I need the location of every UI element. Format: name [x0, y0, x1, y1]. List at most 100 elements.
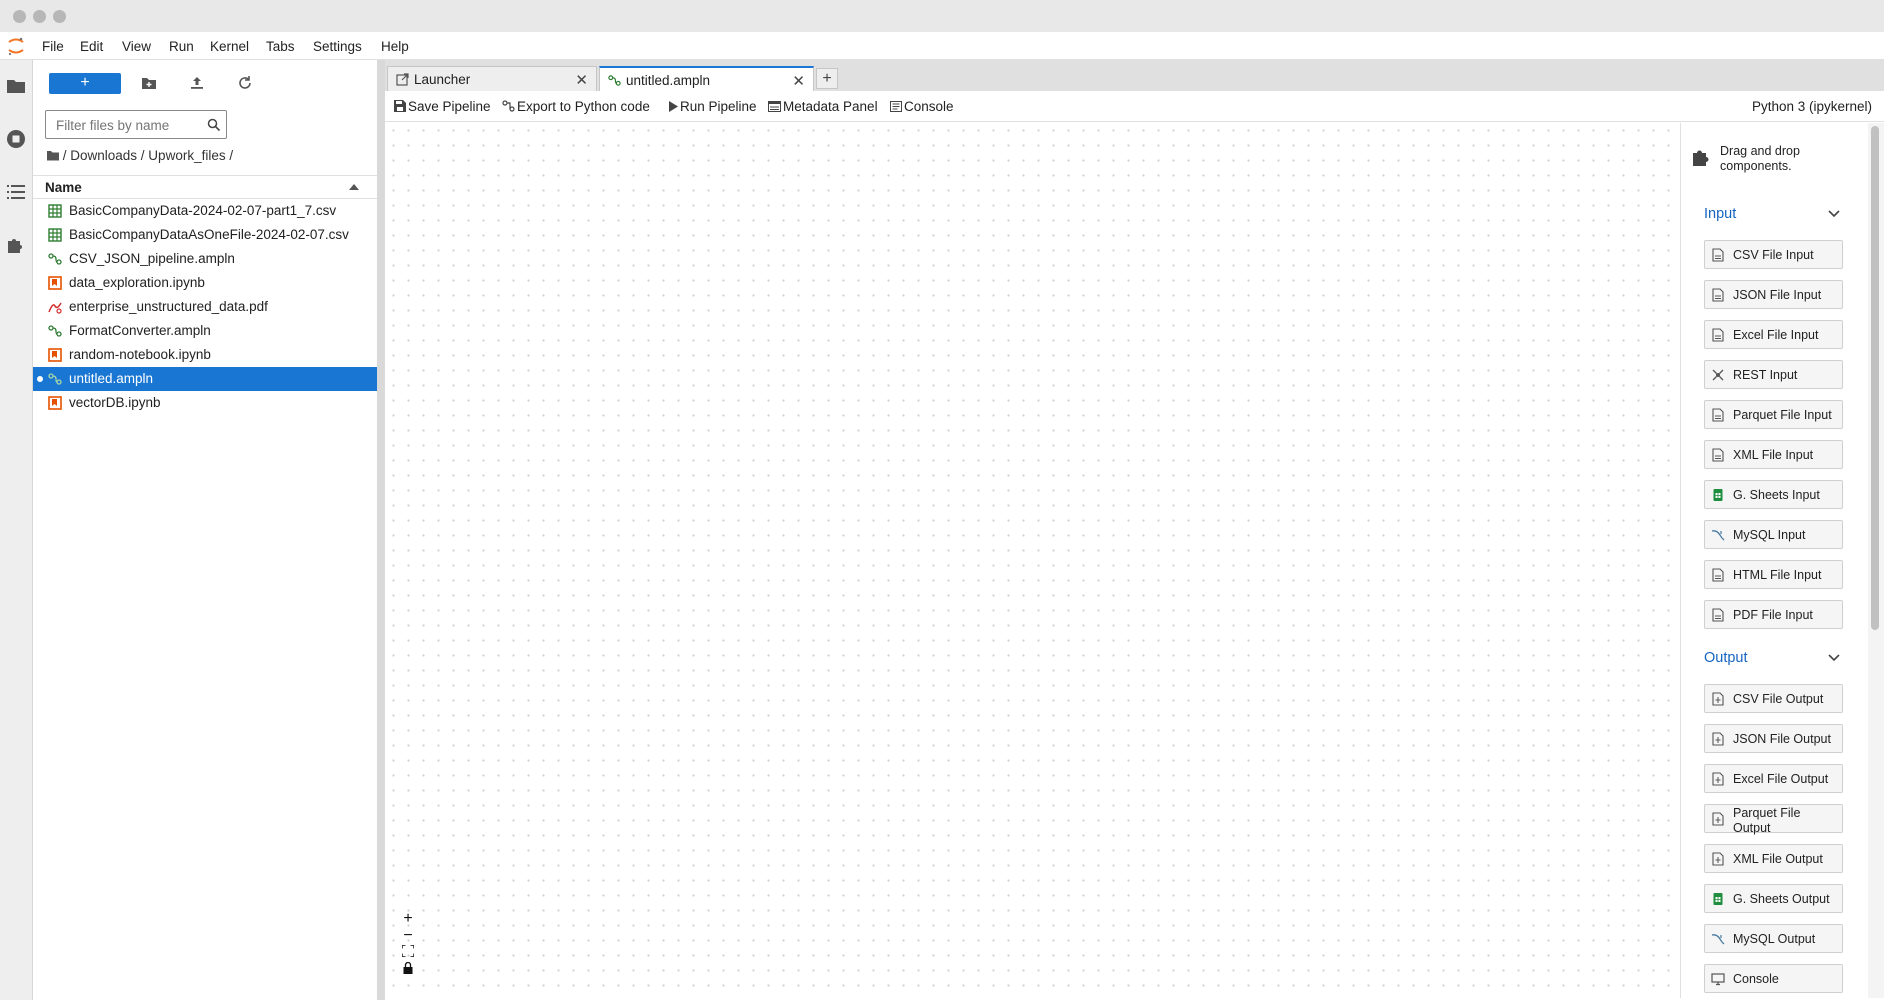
- component-json-file-output[interactable]: JSON File Output: [1704, 724, 1843, 753]
- file-list-header[interactable]: Name: [33, 175, 377, 199]
- file-row[interactable]: vectorDB.ipynb: [33, 391, 377, 415]
- component-xml-file-input[interactable]: XML File Input: [1704, 440, 1843, 469]
- menu-settings[interactable]: Settings: [313, 39, 362, 54]
- menu-edit[interactable]: Edit: [80, 39, 103, 54]
- component-parquet-file-input[interactable]: Parquet File Input: [1704, 400, 1843, 429]
- kernel-status[interactable]: Python 3 (ipykernel): [1752, 99, 1872, 114]
- pipeline-icon: [48, 325, 62, 337]
- file-export-icon: [1712, 812, 1724, 826]
- component-label: HTML File Input: [1733, 568, 1822, 582]
- panel-splitter[interactable]: [377, 60, 385, 1000]
- zoom-out-button[interactable]: −: [398, 927, 418, 944]
- file-icon: [1712, 568, 1724, 582]
- palette-scrollbar-thumb[interactable]: [1871, 126, 1879, 630]
- pipeline-canvas[interactable]: [386, 123, 1681, 998]
- file-row[interactable]: BasicCompanyData-2024-02-07-part1_7.csv: [33, 199, 377, 223]
- component-excel-file-output[interactable]: Excel File Output: [1704, 764, 1843, 793]
- tab-launcher[interactable]: Launcher ✕: [387, 66, 597, 91]
- component-gsheets-output[interactable]: G. Sheets Output: [1704, 884, 1843, 913]
- component-parquet-file-output[interactable]: Parquet File Output: [1704, 804, 1843, 835]
- table-of-contents-icon[interactable]: [5, 181, 27, 203]
- play-icon: [669, 101, 678, 112]
- filter-files-field[interactable]: [45, 110, 227, 139]
- save-icon: [394, 100, 406, 112]
- notebook-icon: [48, 276, 62, 290]
- component-label: CSV File Input: [1733, 248, 1814, 262]
- close-tab-icon[interactable]: ✕: [792, 72, 805, 90]
- zoom-in-button[interactable]: +: [398, 910, 418, 927]
- component-label: JSON File Output: [1733, 732, 1831, 746]
- component-console-output[interactable]: Console: [1704, 964, 1843, 993]
- file-row[interactable]: data_exploration.ipynb: [33, 271, 377, 295]
- chevron-down-icon[interactable]: [1828, 210, 1840, 218]
- output-section-title[interactable]: Output: [1704, 650, 1748, 666]
- zoom-controls: + −: [398, 910, 418, 978]
- run-pipeline-label: Run Pipeline: [680, 99, 757, 114]
- breadcrumb-path[interactable]: / Downloads / Upwork_files /: [63, 148, 233, 163]
- component-html-file-input[interactable]: HTML File Input: [1704, 560, 1843, 589]
- running-sessions-icon[interactable]: [5, 128, 27, 150]
- file-row[interactable]: FormatConverter.ampln: [33, 319, 377, 343]
- home-folder-icon[interactable]: [47, 150, 59, 161]
- tab-label: untitled.ampln: [626, 73, 711, 88]
- pipeline-icon: [48, 373, 62, 385]
- file-row-selected[interactable]: untitled.ampln: [33, 367, 377, 391]
- menu-file[interactable]: File: [42, 39, 64, 54]
- component-excel-file-input[interactable]: Excel File Input: [1704, 320, 1843, 349]
- file-row[interactable]: enterprise_unstructured_data.pdf: [33, 295, 377, 319]
- input-section-title[interactable]: Input: [1704, 206, 1736, 222]
- menu-run[interactable]: Run: [169, 39, 194, 54]
- component-csv-file-output[interactable]: CSV File Output: [1704, 684, 1843, 713]
- file-name: enterprise_unstructured_data.pdf: [69, 299, 268, 314]
- lock-button[interactable]: [398, 961, 418, 978]
- metadata-panel-button[interactable]: Metadata Panel: [768, 99, 878, 114]
- component-label: REST Input: [1733, 368, 1798, 382]
- run-pipeline-button[interactable]: Run Pipeline: [669, 99, 757, 114]
- lock-icon: [403, 961, 413, 974]
- new-launcher-button[interactable]: +: [49, 73, 121, 94]
- refresh-icon[interactable]: [236, 74, 254, 92]
- console-icon: [890, 101, 902, 112]
- menu-help[interactable]: Help: [381, 39, 409, 54]
- close-tab-icon[interactable]: ✕: [575, 71, 588, 89]
- extensions-puzzle-icon[interactable]: [5, 234, 27, 256]
- sort-ascending-icon[interactable]: [349, 183, 359, 190]
- file-row[interactable]: CSV_JSON_pipeline.ampln: [33, 247, 377, 271]
- component-pdf-file-input[interactable]: PDF File Input: [1704, 600, 1843, 629]
- tab-untitled-ampln[interactable]: untitled.ampln ✕: [599, 66, 814, 91]
- file-name: FormatConverter.ampln: [69, 323, 211, 338]
- close-window-button[interactable]: [13, 10, 26, 23]
- menu-kernel[interactable]: Kernel: [210, 39, 249, 54]
- file-export-icon: [1712, 732, 1724, 746]
- minimize-window-button[interactable]: [33, 10, 46, 23]
- export-python-button[interactable]: Export to Python code: [502, 99, 650, 114]
- name-column-header[interactable]: Name: [45, 180, 82, 195]
- save-pipeline-button[interactable]: Save Pipeline: [394, 99, 491, 114]
- menu-view[interactable]: View: [122, 39, 151, 54]
- filter-files-input[interactable]: [54, 116, 202, 134]
- fit-view-icon: [401, 944, 415, 958]
- component-json-file-input[interactable]: JSON File Input: [1704, 280, 1843, 309]
- monitor-icon: [1711, 973, 1725, 986]
- component-label: Parquet File Output: [1733, 806, 1801, 835]
- fit-view-button[interactable]: [398, 944, 418, 961]
- menu-tabs[interactable]: Tabs: [266, 39, 295, 54]
- add-tab-button[interactable]: +: [816, 68, 838, 89]
- component-rest-input[interactable]: REST Input: [1704, 360, 1843, 389]
- file-row[interactable]: random-notebook.ipynb: [33, 343, 377, 367]
- file-name: BasicCompanyDataAsOneFile-2024-02-07.csv: [69, 227, 349, 242]
- component-mysql-input[interactable]: MySQL Input: [1704, 520, 1843, 549]
- component-gsheets-input[interactable]: G. Sheets Input: [1704, 480, 1843, 509]
- component-csv-file-input[interactable]: CSV File Input: [1704, 240, 1843, 269]
- component-mysql-output[interactable]: MySQL Output: [1704, 924, 1843, 953]
- chevron-down-icon[interactable]: [1828, 654, 1840, 662]
- folder-icon[interactable]: [5, 75, 27, 97]
- new-folder-icon[interactable]: [140, 74, 158, 92]
- console-button[interactable]: Console: [890, 99, 954, 114]
- file-row[interactable]: BasicCompanyDataAsOneFile-2024-02-07.csv: [33, 223, 377, 247]
- component-label: PDF File Input: [1733, 608, 1813, 622]
- upload-icon[interactable]: [188, 74, 206, 92]
- zoom-window-button[interactable]: [53, 10, 66, 23]
- component-xml-file-output[interactable]: XML File Output: [1704, 844, 1843, 873]
- file-icon: [1712, 328, 1724, 342]
